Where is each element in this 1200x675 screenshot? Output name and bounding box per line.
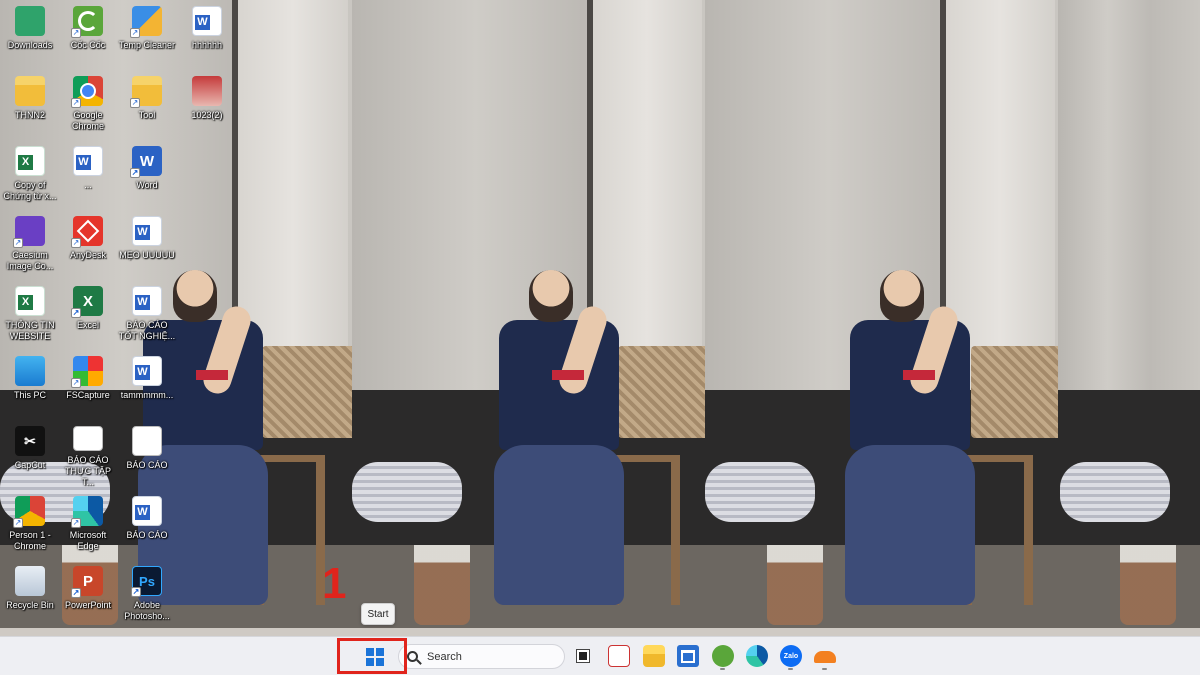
desktop-icon-tool[interactable]: ↗ Tool	[117, 72, 177, 138]
desktop-icon-tammmm[interactable]: tammmmm...	[117, 352, 177, 418]
desktop-icon-anydesk[interactable]: ↗ AnyDesk	[58, 212, 118, 278]
desktop-icon-coccoc[interactable]: ↗ Cốc Cốc	[58, 2, 118, 68]
word-document-icon	[132, 496, 162, 526]
desktop-icon-photoshop[interactable]: Ps ↗ Adobe Photosho...	[117, 562, 177, 628]
taskbar	[0, 636, 1200, 675]
file-explorer-icon[interactable]	[643, 645, 665, 667]
document-icon	[73, 426, 103, 451]
microsoft-store-icon[interactable]	[677, 645, 699, 667]
running-indicator	[788, 668, 793, 670]
desktop-icon-word[interactable]: W ↗ Word	[117, 142, 177, 208]
desktop-icon-google-chrome[interactable]: ↗ Google Chrome	[58, 72, 118, 138]
desktop-icon-person1-chrome[interactable]: ↗ Person 1 - Chrome	[0, 492, 60, 558]
desktop-icon-microsoft-edge[interactable]: ↗ Microsoft Edge	[58, 492, 118, 558]
snipping-tool-icon[interactable]	[608, 645, 630, 667]
anydesk-icon: ↗	[71, 216, 103, 248]
desktop-icon-word-doc[interactable]: ...	[58, 142, 118, 208]
excel-document-icon	[15, 146, 45, 176]
wallpaper-panel	[352, 0, 705, 628]
capcut-icon: ✂	[15, 426, 45, 456]
task-view-icon[interactable]	[572, 645, 594, 667]
image-file-icon	[192, 76, 222, 106]
desktop-icon-hhhhhh[interactable]: hhhhhh	[177, 2, 237, 68]
taskbar-search-box[interactable]: Search	[398, 644, 565, 669]
desktop-icon-bao-cao-thuc-tap[interactable]: BÁO CÁO THỰC TẬP T...	[58, 422, 118, 488]
coccoc-icon[interactable]	[712, 645, 734, 667]
word-document-icon	[132, 216, 162, 246]
search-placeholder: Search	[427, 650, 462, 663]
caesium-icon: ↗	[13, 216, 45, 248]
desktop-icon-powerpoint[interactable]: P ↗ PowerPoint	[58, 562, 118, 628]
running-indicator	[822, 668, 827, 670]
cloud-app-icon[interactable]	[814, 651, 836, 663]
desktop-icon-caesium[interactable]: ↗ Caesium Image Co...	[0, 212, 60, 278]
desktop-icon-this-pc[interactable]: This PC	[0, 352, 60, 418]
desktop-icon-thong-tin-website[interactable]: THÔNG TIN WEBSITE	[0, 282, 60, 348]
desktop-icon-thnn2[interactable]: THNN2	[0, 72, 60, 138]
folder-icon	[15, 76, 45, 106]
desktop-icon-1023[interactable]: 1023(2)	[177, 72, 237, 138]
this-pc-icon	[15, 356, 45, 386]
word-document-icon	[132, 356, 162, 386]
desktop-icon-bao-cao-2[interactable]: BÁO CÁO	[117, 492, 177, 558]
document-icon	[132, 426, 162, 456]
powerpoint-icon: P ↗	[71, 566, 103, 598]
wallpaper-panel	[705, 0, 1058, 628]
downloads-folder-icon	[15, 6, 45, 36]
word-document-icon	[132, 286, 162, 316]
edge-icon: ↗	[71, 496, 103, 528]
desktop-icon-fscapture[interactable]: ↗ FSCapture	[58, 352, 118, 418]
desktop-icon-bao-cao-tot-nghiep[interactable]: BÁO CÁO TỐT NGHIỆ...	[117, 282, 177, 348]
fscapture-icon: ↗	[71, 356, 103, 388]
search-icon	[407, 651, 418, 662]
desktop-icon-temp-cleaner[interactable]: ↗ Temp Cleaner	[117, 2, 177, 68]
desktop-icon-recycle-bin[interactable]: Recycle Bin	[0, 562, 60, 628]
photoshop-icon: Ps ↗	[131, 566, 162, 597]
word-document-icon	[73, 146, 103, 176]
desktop-icon-copy-of-chung-tu[interactable]: Copy of Chứng từ x...	[0, 142, 60, 208]
folder-icon: ↗	[130, 76, 162, 108]
chrome-icon: ↗	[71, 76, 103, 108]
recycle-bin-icon	[15, 566, 45, 596]
temp-cleaner-icon: ↗	[130, 6, 162, 38]
word-app-icon: W ↗	[130, 146, 162, 178]
start-button-highlight	[337, 638, 407, 674]
edge-icon[interactable]	[746, 645, 768, 667]
step-number-label: 1	[322, 559, 347, 608]
zalo-icon[interactable]: Zalo	[780, 645, 802, 667]
running-indicator	[720, 668, 725, 670]
desktop-icon-meo[interactable]: MẸO UUUUU	[117, 212, 177, 278]
excel-app-icon: X ↗	[71, 286, 103, 318]
chrome-profile-icon: ↗	[13, 496, 45, 528]
coccoc-browser-icon: ↗	[71, 6, 103, 38]
desktop-icon-excel[interactable]: X ↗ Excel	[58, 282, 118, 348]
word-document-icon	[192, 6, 222, 36]
desktop-icon-downloads[interactable]: Downloads	[0, 2, 60, 68]
start-tooltip: Start	[361, 603, 395, 625]
desktop-icon-bao-cao-1[interactable]: BÁO CÁO	[117, 422, 177, 488]
desktop-icon-capcut[interactable]: ✂ CapCut	[0, 422, 60, 488]
excel-document-icon	[15, 286, 45, 316]
wallpaper-panel	[1058, 0, 1200, 628]
